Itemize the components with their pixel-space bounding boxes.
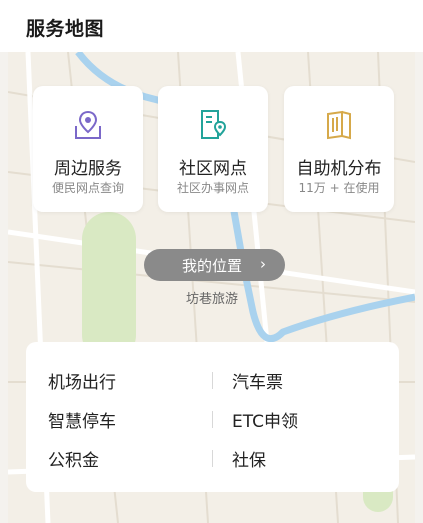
kiosk-book-icon	[327, 110, 351, 140]
quick-links-panel: 机场出行 汽车票 智慧停车 ETC申领 公积金 社保	[26, 342, 399, 492]
card-subtitle: 社区办事网点	[176, 181, 249, 195]
link-bus-tickets[interactable]: 汽车票	[232, 368, 283, 393]
link-airport-travel[interactable]: 机场出行	[48, 368, 116, 393]
card-title: 社区网点	[179, 159, 247, 179]
building-location-icon	[201, 110, 227, 139]
card-title: 自助机分布	[296, 159, 382, 179]
link-housing-fund[interactable]: 公积金	[48, 446, 99, 471]
divider	[212, 450, 213, 467]
self-service-kiosk-card[interactable]: 自助机分布 11万 + 在使用	[284, 86, 394, 212]
link-etc-application[interactable]: ETC申领	[232, 407, 298, 432]
community-outlets-card[interactable]: 社区网点 社区办事网点	[158, 86, 268, 212]
location-map-icon	[75, 110, 101, 139]
card-subtitle: 便民网点查询	[51, 181, 124, 195]
service-map[interactable]: 周边服务 便民网点查询 社区网点 社区办事网点 自助机分布 11万 + 在使用 …	[8, 52, 415, 523]
my-location-button[interactable]: 我的位置 ›	[144, 249, 285, 281]
link-social-security[interactable]: 社保	[232, 446, 266, 471]
chevron-right-icon: ›	[260, 255, 266, 273]
map-place-label: 坊巷旅游	[186, 292, 239, 307]
page-title: 服务地图	[26, 18, 105, 40]
divider	[212, 411, 213, 428]
card-subtitle: 11万 + 在使用	[298, 181, 380, 195]
card-title: 周边服务	[54, 159, 122, 179]
link-smart-parking[interactable]: 智慧停车	[48, 407, 116, 432]
my-location-label: 我的位置	[182, 257, 243, 275]
header: 服务地图	[0, 0, 423, 52]
nearby-services-card[interactable]: 周边服务 便民网点查询	[33, 86, 143, 212]
divider	[212, 372, 213, 389]
